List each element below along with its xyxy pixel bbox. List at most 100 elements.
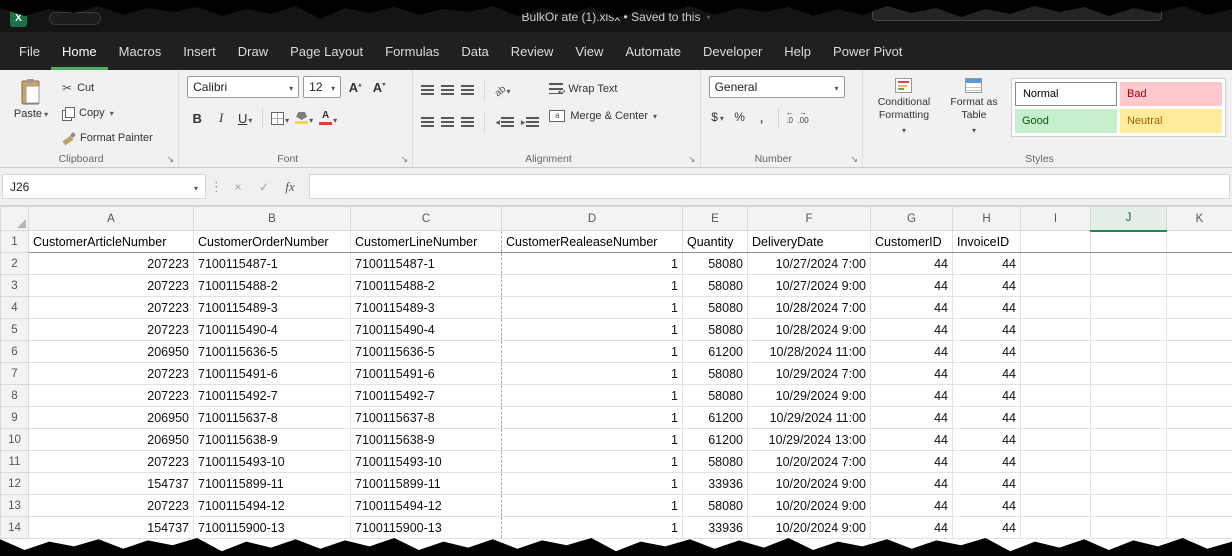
cell-J11[interactable]	[1091, 451, 1167, 473]
cell-I1[interactable]	[1021, 231, 1091, 253]
cell-J8[interactable]	[1091, 385, 1167, 407]
cell-H2[interactable]: 44	[953, 253, 1021, 275]
cell-G4[interactable]: 44	[871, 297, 953, 319]
cell-J9[interactable]	[1091, 407, 1167, 429]
cell-G12[interactable]: 44	[871, 473, 953, 495]
cell-I10[interactable]	[1021, 429, 1091, 451]
cell-I6[interactable]	[1021, 341, 1091, 363]
cell-J5[interactable]	[1091, 319, 1167, 341]
cell-H11[interactable]: 44	[953, 451, 1021, 473]
cell-D6[interactable]: 1	[502, 341, 683, 363]
decrease-font-size-button[interactable]: A▾	[369, 76, 389, 98]
cell-J6[interactable]	[1091, 341, 1167, 363]
font-name-select[interactable]: Calibri	[187, 76, 299, 98]
row-header-6[interactable]: 6	[1, 341, 29, 363]
cell-F7[interactable]: 10/29/2024 7:00	[748, 363, 871, 385]
cell-K1[interactable]	[1167, 231, 1232, 253]
select-all-button[interactable]	[1, 207, 29, 231]
style-bad[interactable]: Bad	[1120, 82, 1222, 106]
cell-I12[interactable]	[1021, 473, 1091, 495]
cell-H4[interactable]: 44	[953, 297, 1021, 319]
cell-K7[interactable]	[1167, 363, 1232, 385]
cell-F14[interactable]: 10/20/2024 9:00	[748, 517, 871, 539]
column-header-F[interactable]: F	[748, 207, 871, 231]
cell-D11[interactable]: 1	[502, 451, 683, 473]
cell-B3[interactable]: 7100115488-2	[194, 275, 351, 297]
increase-indent-button[interactable]: ▸	[521, 117, 540, 128]
cell-J4[interactable]	[1091, 297, 1167, 319]
cell-G6[interactable]: 44	[871, 341, 953, 363]
percent-style-button[interactable]: %	[731, 110, 749, 124]
name-box[interactable]: J26	[2, 174, 206, 199]
cell-H5[interactable]: 44	[953, 319, 1021, 341]
title-chevron-icon[interactable]	[706, 12, 710, 22]
column-header-H[interactable]: H	[953, 207, 1021, 231]
cell-G3[interactable]: 44	[871, 275, 953, 297]
titlebar-search-box[interactable]	[872, 5, 1162, 21]
cell-B9[interactable]: 7100115637-8	[194, 407, 351, 429]
cell-B5[interactable]: 7100115490-4	[194, 319, 351, 341]
menu-tab-insert[interactable]: Insert	[172, 32, 227, 70]
row-header-8[interactable]: 8	[1, 385, 29, 407]
cell-D9[interactable]: 1	[502, 407, 683, 429]
cell-J2[interactable]	[1091, 253, 1167, 275]
cell-K9[interactable]	[1167, 407, 1232, 429]
align-center-button[interactable]	[441, 117, 454, 127]
menu-tab-page-layout[interactable]: Page Layout	[279, 32, 374, 70]
menu-tab-developer[interactable]: Developer	[692, 32, 773, 70]
cell-E13[interactable]: 58080	[683, 495, 748, 517]
underline-button[interactable]: U	[235, 107, 255, 129]
cell-E6[interactable]: 61200	[683, 341, 748, 363]
row-header-4[interactable]: 4	[1, 297, 29, 319]
font-size-select[interactable]: 12	[303, 76, 341, 98]
cell-K2[interactable]	[1167, 253, 1232, 275]
borders-button[interactable]	[270, 107, 290, 129]
column-header-G[interactable]: G	[871, 207, 953, 231]
align-right-button[interactable]	[461, 117, 474, 127]
cell-C11[interactable]: 7100115493-10	[351, 451, 502, 473]
cell-F5[interactable]: 10/28/2024 9:00	[748, 319, 871, 341]
cell-K8[interactable]	[1167, 385, 1232, 407]
row-header-7[interactable]: 7	[1, 363, 29, 385]
cell-B4[interactable]: 7100115489-3	[194, 297, 351, 319]
column-header-I[interactable]: I	[1021, 207, 1091, 231]
cell-K12[interactable]	[1167, 473, 1232, 495]
cell-C9[interactable]: 7100115637-8	[351, 407, 502, 429]
cell-A9[interactable]: 206950	[29, 407, 194, 429]
align-bottom-button[interactable]	[461, 85, 474, 95]
decrease-decimal-button[interactable]: →.00	[798, 109, 809, 125]
cell-A2[interactable]: 207223	[29, 253, 194, 275]
menu-tab-view[interactable]: View	[564, 32, 614, 70]
cell-C3[interactable]: 7100115488-2	[351, 275, 502, 297]
cell-E5[interactable]: 58080	[683, 319, 748, 341]
row-header-13[interactable]: 13	[1, 495, 29, 517]
row-header-11[interactable]: 11	[1, 451, 29, 473]
cell-C12[interactable]: 7100115899-11	[351, 473, 502, 495]
cell-B8[interactable]: 7100115492-7	[194, 385, 351, 407]
cell-J10[interactable]	[1091, 429, 1167, 451]
decrease-indent-button[interactable]: ◂	[495, 117, 514, 128]
increase-font-size-button[interactable]: A▴	[345, 76, 365, 98]
cell-I8[interactable]	[1021, 385, 1091, 407]
cell-F6[interactable]: 10/28/2024 11:00	[748, 341, 871, 363]
clipboard-dialog-launcher[interactable]	[167, 154, 175, 165]
column-header-J[interactable]: J	[1091, 207, 1167, 231]
menu-tab-data[interactable]: Data	[450, 32, 499, 70]
cell-B11[interactable]: 7100115493-10	[194, 451, 351, 473]
cell-G2[interactable]: 44	[871, 253, 953, 275]
cell-G14[interactable]: 44	[871, 517, 953, 539]
cell-B13[interactable]: 7100115494-12	[194, 495, 351, 517]
menu-tab-macros[interactable]: Macros	[108, 32, 173, 70]
cell-H7[interactable]: 44	[953, 363, 1021, 385]
column-header-C[interactable]: C	[351, 207, 502, 231]
cell-J12[interactable]	[1091, 473, 1167, 495]
cell-C8[interactable]: 7100115492-7	[351, 385, 502, 407]
enter-icon[interactable]: ✓	[253, 180, 275, 194]
menu-tab-formulas[interactable]: Formulas	[374, 32, 450, 70]
row-header-1[interactable]: 1	[1, 231, 29, 253]
cell-G1[interactable]: CustomerID	[871, 231, 953, 253]
cancel-icon[interactable]: ×	[227, 180, 249, 194]
copy-button[interactable]: Copy	[62, 104, 153, 122]
cell-D8[interactable]: 1	[502, 385, 683, 407]
cell-G5[interactable]: 44	[871, 319, 953, 341]
